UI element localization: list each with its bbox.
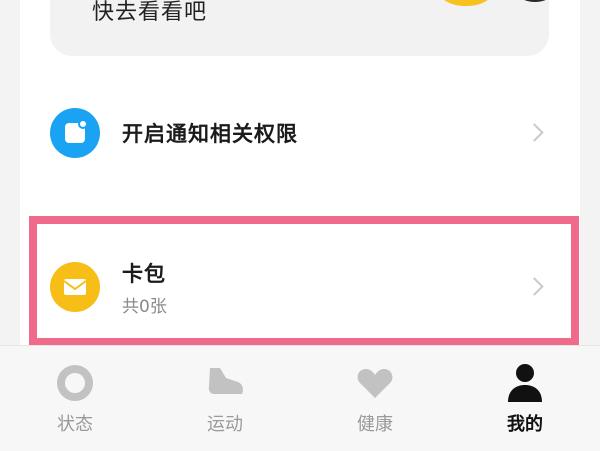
yellow-band-image bbox=[428, 0, 504, 6]
tab-label: 状态 bbox=[57, 414, 93, 435]
notification-permission-row[interactable]: 开启通知相关权限 bbox=[20, 78, 580, 188]
card-wallet-row[interactable]: 卡包 共0张 bbox=[20, 232, 580, 342]
promo-banner[interactable]: 快去看看吧 bbox=[50, 0, 549, 56]
tab-label: 健康 bbox=[357, 414, 393, 435]
tab-workout[interactable]: 运动 bbox=[150, 346, 300, 451]
chevron-right-icon bbox=[525, 277, 544, 296]
tab-mine[interactable]: 我的 bbox=[450, 346, 600, 451]
card-wallet-label: 卡包 bbox=[122, 262, 166, 286]
ring-icon bbox=[57, 365, 93, 401]
notification-icon bbox=[50, 108, 100, 158]
person-icon bbox=[508, 364, 542, 402]
bottom-tab-bar: 状态 运动 健康 我的 bbox=[0, 345, 600, 451]
notification-permission-label: 开启通知相关权限 bbox=[122, 122, 298, 146]
black-band-image bbox=[505, 0, 549, 2]
promo-text: 快去看看吧 bbox=[92, 0, 208, 25]
tab-status[interactable]: 状态 bbox=[0, 346, 150, 451]
shoe-icon bbox=[208, 368, 243, 394]
card-wallet-icon bbox=[50, 262, 100, 312]
card-count-text: 共0张 bbox=[122, 297, 167, 317]
tab-health[interactable]: 健康 bbox=[300, 346, 450, 451]
chevron-right-icon bbox=[525, 123, 544, 142]
tab-label: 运动 bbox=[207, 414, 243, 435]
tab-label: 我的 bbox=[507, 414, 543, 435]
heart-icon bbox=[357, 369, 393, 398]
